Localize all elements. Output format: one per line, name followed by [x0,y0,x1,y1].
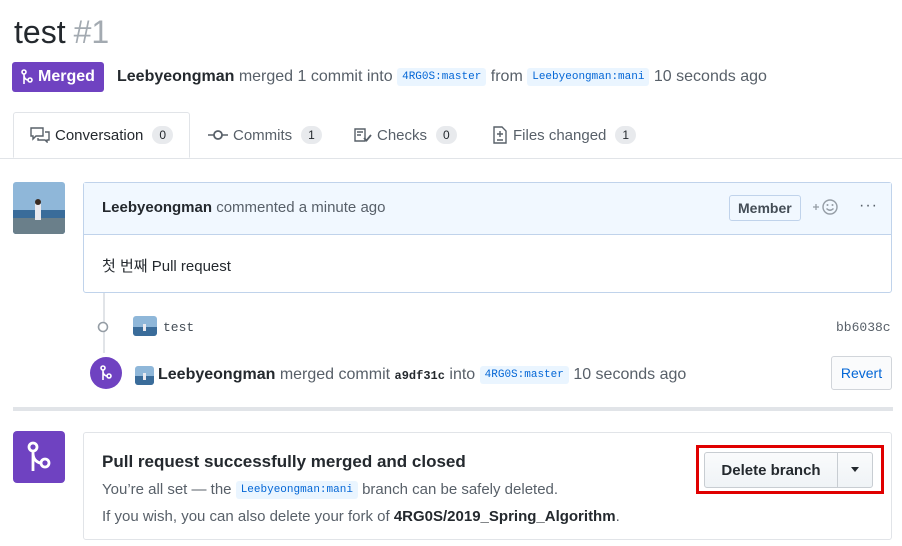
file-diff-icon [493,126,507,144]
commit-node-icon [97,321,109,333]
commenter-avatar[interactable] [13,182,65,234]
merge-line2-after: . [615,508,620,525]
git-merge-icon [21,69,33,84]
deletable-branch-ref[interactable]: Leebyeongman:mani [235,481,358,499]
pr-from-text: from [490,68,523,85]
commit-author-avatar[interactable] [133,316,157,336]
delete-branch-dropdown[interactable] [838,453,872,487]
comment-header: Leebyeongman commented a minute ago Memb… [84,183,891,235]
tab-commits[interactable]: Commits 1 [208,112,322,158]
tab-checks[interactable]: Checks 0 [354,112,457,158]
merged-state-label: Merged [38,68,95,85]
merge-line2-before: If you wish, you can also delete your fo… [102,508,390,525]
pr-author-link[interactable]: Leebyeongman [117,68,234,85]
tab-commits-count: 1 [301,126,322,144]
base-branch-ref[interactable]: 4RG0S:master [397,68,487,86]
merger-avatar[interactable] [135,366,154,385]
comment-time: commented a minute ago [216,199,386,216]
merge-event-time: 10 seconds ago [573,366,687,383]
add-reaction-icon[interactable] [812,197,842,217]
merge-line1-after: branch can be safely deleted. [362,481,559,498]
comment-discussion-icon [30,127,50,143]
member-badge: Member [729,195,801,221]
merge-event-action: merged commit [279,366,391,383]
fork-repo-link[interactable]: 4RG0S/2019_Spring_Algorithm [394,508,616,525]
git-merge-icon [100,365,112,380]
pr-title-text: test [14,14,66,50]
merge-line1-before: You’re all set — the [102,481,232,498]
commit-message-link[interactable]: test [163,320,194,335]
tab-files-changed-count: 1 [615,126,637,144]
merge-commit-sha-link[interactable]: a9df31c [395,369,445,383]
revert-button[interactable]: Revert [831,356,892,390]
comment-meta: Leebyeongman commented a minute ago [102,199,385,216]
pr-tabs: Conversation 0 Commits 1 Checks 0 Files … [0,112,902,159]
comment-author-link[interactable]: Leebyeongman [102,199,212,216]
merge-event-into: into [449,366,476,383]
head-branch-ref[interactable]: Leebyeongman:mani [527,68,650,86]
comment-box: Leebyeongman commented a minute ago Memb… [83,182,892,293]
merge-event-text: Leebyeongman merged commit a9df31c into … [158,366,686,384]
merged-status-icon-box [13,431,65,483]
delete-branch-button[interactable]: Delete branch [705,453,838,487]
merge-event-author-link[interactable]: Leebyeongman [158,366,275,383]
checklist-icon [354,128,372,142]
tab-checks-count: 0 [436,126,457,144]
delete-branch-button-group: Delete branch [704,452,873,488]
tab-checks-label: Checks [377,126,428,144]
pr-merged-text: merged 1 commit into [238,68,393,85]
pr-title: test #1 [14,12,109,52]
tab-files-changed[interactable]: Files changed 1 [492,112,637,158]
caret-down-icon [851,467,859,472]
pr-number: #1 [73,14,110,50]
more-options-icon[interactable]: ··· [859,197,878,215]
tab-commits-label: Commits [233,126,293,144]
timeline-divider [13,407,893,411]
pr-time: 10 seconds ago [653,68,767,85]
tab-conversation-label: Conversation [55,126,144,144]
tab-files-changed-label: Files changed [513,126,607,144]
merged-state-badge: Merged [12,62,104,92]
git-commit-icon [208,130,228,140]
tab-conversation-count: 0 [152,126,174,144]
commit-sha-link[interactable]: bb6038c [836,320,891,335]
merge-status-message: You’re all set — the Leebyeongman:mani b… [102,481,559,499]
tab-conversation[interactable]: Conversation 0 [13,112,191,158]
git-merge-icon [27,441,51,471]
comment-body: 첫 번째 Pull request [102,258,231,275]
merge-event-badge [90,357,122,389]
merge-event-ref[interactable]: 4RG0S:master [479,366,569,384]
merge-status-title: Pull request successfully merged and clo… [102,452,466,471]
pr-meta: Leebyeongman merged 1 commit into 4RG0S:… [117,66,767,88]
fork-delete-message: If you wish, you can also delete your fo… [102,508,620,525]
